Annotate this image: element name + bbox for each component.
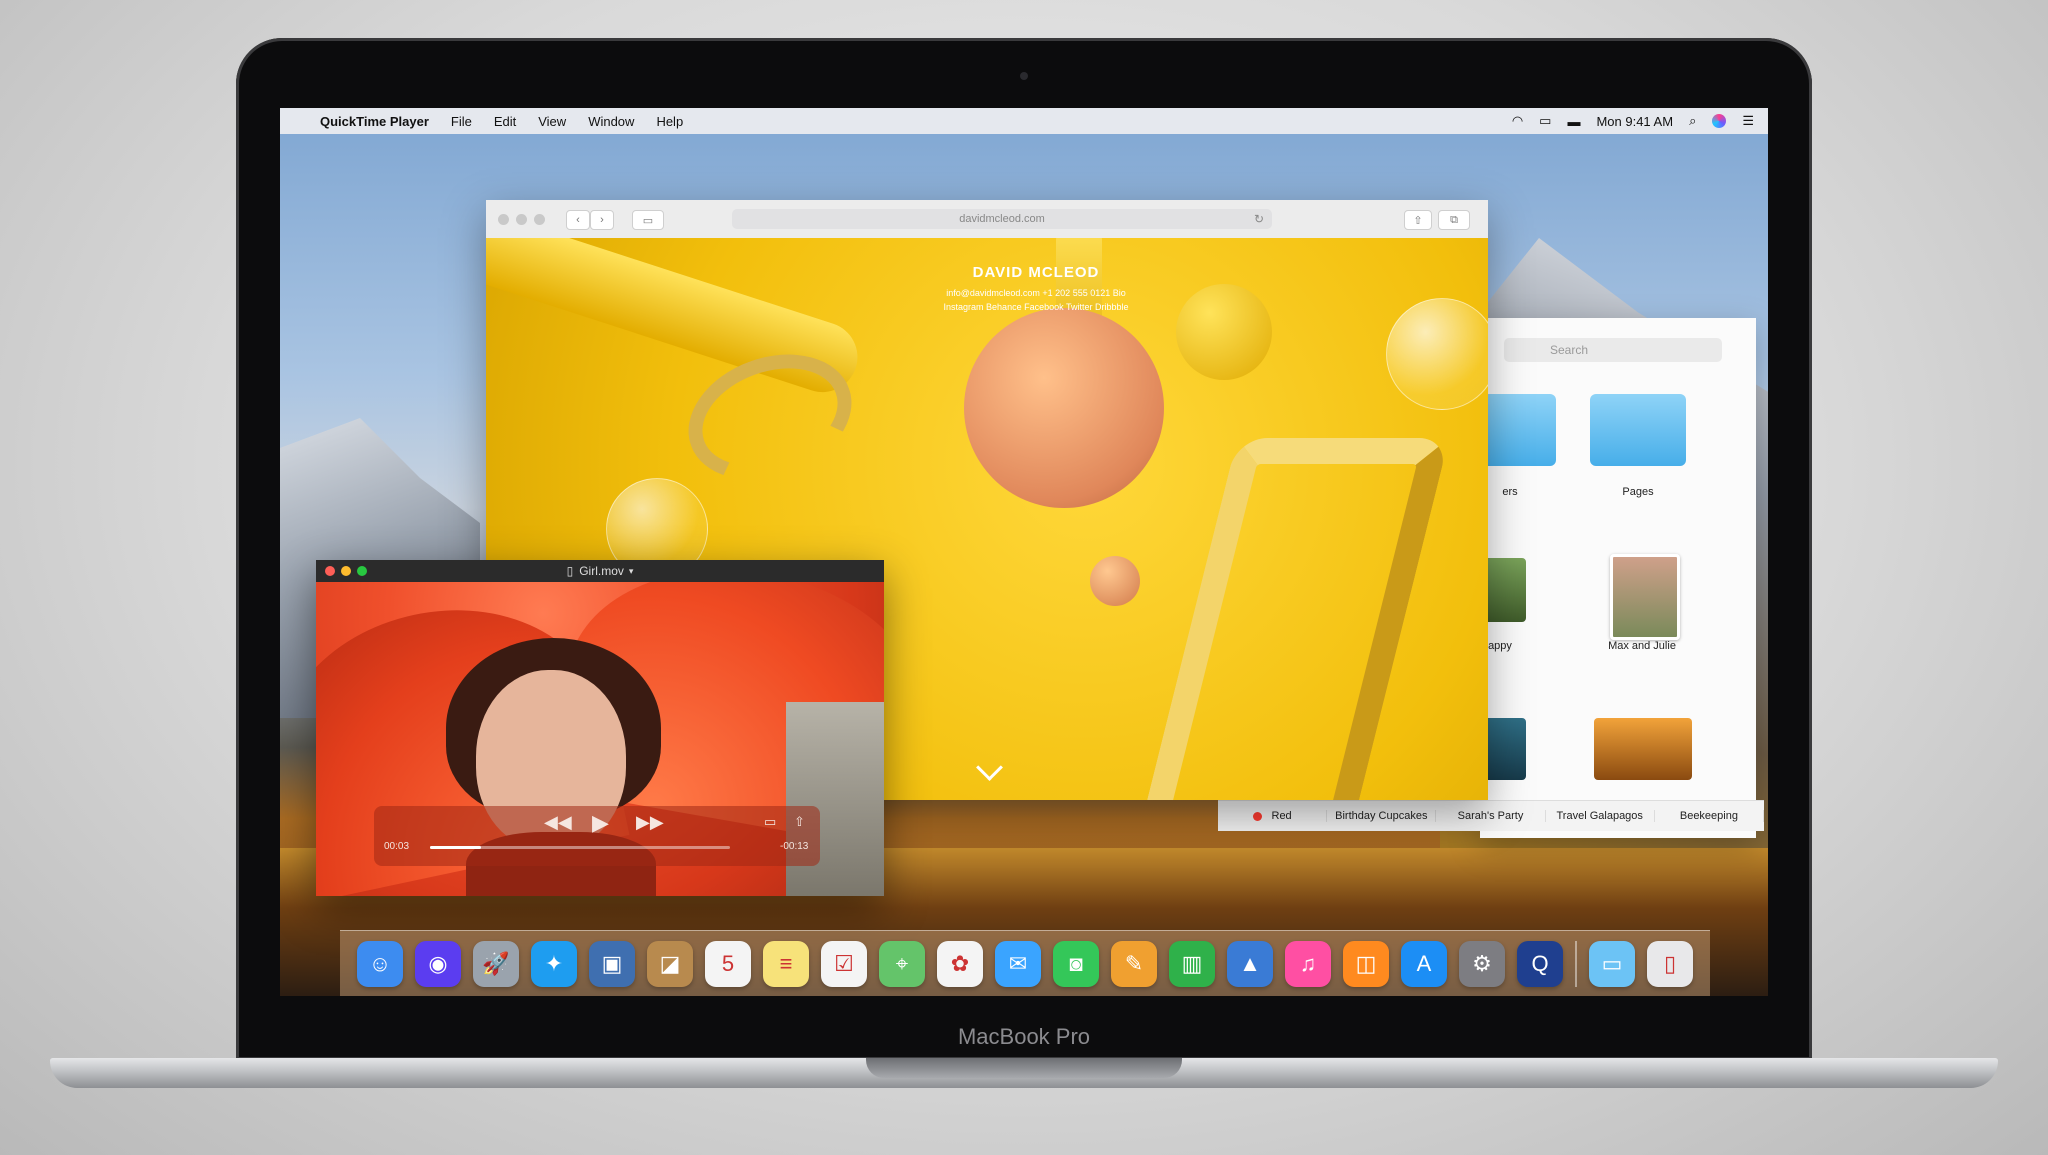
sculpture-sphere xyxy=(964,308,1164,508)
tag-item[interactable]: Sarah's Party xyxy=(1436,810,1546,822)
back-button[interactable]: ‹ xyxy=(566,210,590,230)
chevron-down-icon[interactable]: ▾ xyxy=(629,566,634,577)
menu-edit[interactable]: Edit xyxy=(494,114,516,129)
spotlight-icon[interactable]: ⌕ xyxy=(1689,113,1696,129)
photo-booth-icon[interactable]: ▣ xyxy=(589,941,635,987)
tag-item[interactable]: Beekeeping xyxy=(1655,810,1765,822)
address-bar[interactable]: davidmcleod.com xyxy=(732,209,1272,229)
background-wall xyxy=(786,702,884,896)
ibooks-icon[interactable]: ◫ xyxy=(1343,941,1389,987)
notification-center-icon[interactable]: ☰ xyxy=(1742,113,1754,129)
launchpad-icon[interactable]: 🚀 xyxy=(473,941,519,987)
contacts-icon[interactable]: ◪ xyxy=(647,941,693,987)
menu-help[interactable]: Help xyxy=(656,114,683,129)
menu-app-name[interactable]: QuickTime Player xyxy=(320,114,429,129)
airplay-icon[interactable]: ▭ xyxy=(764,814,776,830)
sidebar-button[interactable]: ▭ xyxy=(632,210,664,230)
reminders-icon[interactable]: ☑ xyxy=(821,941,867,987)
tag-item[interactable]: Birthday Cupcakes xyxy=(1327,810,1437,822)
movie-title[interactable]: Girl.mov xyxy=(579,564,624,578)
play-icon[interactable]: ▶ xyxy=(592,810,609,836)
menu-view[interactable]: View xyxy=(538,114,566,129)
site-social-links[interactable]: Instagram Behance Facebook Twitter Dribb… xyxy=(886,302,1186,312)
menu-file[interactable]: File xyxy=(451,114,472,129)
calendar-icon[interactable]: 5 xyxy=(705,941,751,987)
rewind-icon[interactable]: ◀◀ xyxy=(544,812,572,833)
tag-red[interactable]: Red xyxy=(1218,810,1328,822)
finder-item-label: Pages xyxy=(1622,486,1654,498)
finder-tag-bar: Red Birthday Cupcakes Sarah's Party Trav… xyxy=(1218,800,1765,831)
zoom-button[interactable] xyxy=(534,214,545,225)
sculpture-frame xyxy=(1134,438,1450,800)
close-button[interactable] xyxy=(498,214,509,225)
battery-icon[interactable]: ▬ xyxy=(1567,114,1580,129)
finder-window: Search ers Pages appy Max and Julie xyxy=(1460,318,1756,838)
photo-thumbnail[interactable] xyxy=(1594,718,1692,780)
maps-icon[interactable]: ⌖ xyxy=(879,941,925,987)
status-menus: ◠ ▭ ▬ Mon 9:41 AM ⌕ ☰ xyxy=(1512,108,1754,134)
dock-separator xyxy=(1575,941,1577,987)
menu-bar: QuickTime Player File Edit View Window H… xyxy=(280,108,1768,134)
app-store-icon[interactable]: A xyxy=(1401,941,1447,987)
device-label: MacBook Pro xyxy=(957,1024,1091,1049)
sculpture-sphere xyxy=(1090,556,1140,606)
remaining-time: -00:13 xyxy=(780,841,809,852)
sculpture-sphere xyxy=(1176,284,1272,380)
site-contact[interactable]: info@davidmcleod.com +1 202 555 0121 Bio xyxy=(886,288,1186,298)
fast-forward-icon[interactable]: ▶▶ xyxy=(636,812,664,833)
quicktime-window: ▯ Girl.mov ▾ ◀◀ ▶ ▶▶ ▭ ⇧ 00:03 -00:13 xyxy=(316,560,884,896)
photo-thumbnail[interactable] xyxy=(1610,554,1680,640)
safari-toolbar: ‹ › ▭ davidmcleod.com ↻ ⇧ ⧉ xyxy=(486,200,1488,239)
tabs-button[interactable]: ⧉ xyxy=(1438,210,1470,230)
zoom-button[interactable] xyxy=(357,566,367,576)
finder-item-label: Max and Julie xyxy=(1608,640,1676,652)
quicktime-titlebar: ▯ Girl.mov ▾ xyxy=(316,560,884,582)
photos-icon[interactable]: ✿ xyxy=(937,941,983,987)
screen: QuickTime Player File Edit View Window H… xyxy=(280,108,1768,996)
menu-window[interactable]: Window xyxy=(588,114,634,129)
finder-icon[interactable]: ☺ xyxy=(357,941,403,987)
scroll-down-chevron-icon[interactable] xyxy=(976,754,1003,781)
scrubber-fill xyxy=(430,846,481,849)
trash-icon[interactable]: ▯ xyxy=(1647,941,1693,987)
scrubber[interactable] xyxy=(430,846,730,849)
downloads-folder-icon[interactable]: ▭ xyxy=(1589,941,1635,987)
numbers-icon[interactable]: ▥ xyxy=(1169,941,1215,987)
quicktime-icon[interactable]: Q xyxy=(1517,941,1563,987)
keynote-icon[interactable]: ▲ xyxy=(1227,941,1273,987)
playback-controls: ◀◀ ▶ ▶▶ ▭ ⇧ 00:03 -00:13 xyxy=(374,806,820,866)
glass-bubble xyxy=(1386,298,1488,410)
clock[interactable]: Mon 9:41 AM xyxy=(1596,114,1673,129)
pages-folder-icon[interactable] xyxy=(1590,394,1686,466)
dock: ☺ ◉ 🚀 ✦ ▣ ◪ 5 ≡ ☑ ⌖ ✿ ✉ ◙ ✎ ▥ ▲ ♫ ◫ A ⚙ Q ▭ ▯ xyxy=(340,930,1710,996)
movie-file-icon: ▯ xyxy=(566,564,574,578)
itunes-icon[interactable]: ♫ xyxy=(1285,941,1331,987)
notes-icon[interactable]: ≡ xyxy=(763,941,809,987)
minimize-button[interactable] xyxy=(341,566,351,576)
camera-icon xyxy=(1020,72,1028,80)
siri-icon[interactable]: ◉ xyxy=(415,941,461,987)
site-title: DAVID MCLEOD xyxy=(972,264,1100,281)
wifi-icon[interactable]: ◠ xyxy=(1512,113,1523,129)
forward-button[interactable]: › xyxy=(590,210,614,230)
siri-icon[interactable] xyxy=(1712,114,1727,128)
share-icon[interactable]: ⇧ xyxy=(794,814,805,830)
system-preferences-icon[interactable]: ⚙ xyxy=(1459,941,1505,987)
messages-icon[interactable]: ✉ xyxy=(995,941,1041,987)
close-button[interactable] xyxy=(325,566,335,576)
elapsed-time: 00:03 xyxy=(384,841,410,852)
finder-search-field[interactable]: Search xyxy=(1504,338,1722,362)
reload-icon[interactable]: ↻ xyxy=(1254,212,1264,226)
pages-icon[interactable]: ✎ xyxy=(1111,941,1157,987)
tag-item[interactable]: Travel Galapagos xyxy=(1546,810,1655,822)
red-tag-icon xyxy=(1252,811,1262,821)
opening-notch xyxy=(866,1058,1182,1078)
facetime-icon[interactable]: ◙ xyxy=(1053,941,1099,987)
share-button[interactable]: ⇧ xyxy=(1404,210,1432,230)
airplay-icon[interactable]: ▭ xyxy=(1539,113,1551,129)
minimize-button[interactable] xyxy=(516,214,527,225)
safari-icon[interactable]: ✦ xyxy=(531,941,577,987)
